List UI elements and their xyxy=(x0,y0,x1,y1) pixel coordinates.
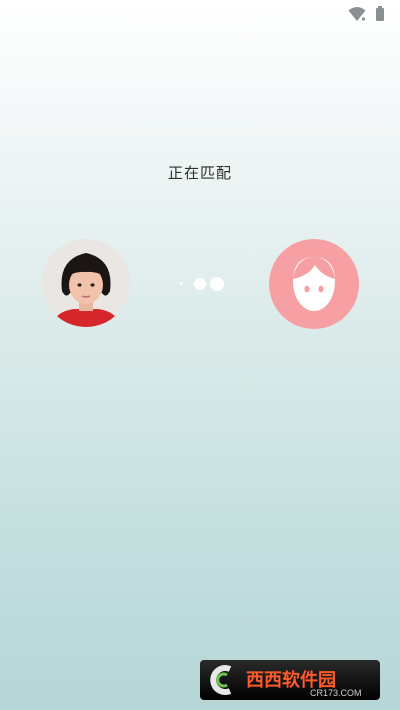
wifi-icon xyxy=(348,7,366,21)
battery-icon xyxy=(376,6,384,21)
svg-text:西西软件园: 西西软件园 xyxy=(246,669,336,690)
status-bar xyxy=(0,0,400,28)
progress-dot xyxy=(210,277,224,291)
matching-progress-dots xyxy=(176,276,228,292)
watermark-logo: 西西软件园 CR173.COM xyxy=(200,660,380,700)
progress-dot xyxy=(194,278,206,290)
my-avatar xyxy=(42,239,130,327)
watermark-graphic: 西西软件园 CR173.COM xyxy=(210,665,362,698)
child-photo xyxy=(42,239,130,327)
svg-text:CR173.COM: CR173.COM xyxy=(310,688,362,698)
partner-avatar-placeholder xyxy=(269,239,359,329)
matching-status-text: 正在匹配 xyxy=(167,164,232,182)
progress-dot xyxy=(180,282,183,285)
face-icon xyxy=(293,257,335,311)
